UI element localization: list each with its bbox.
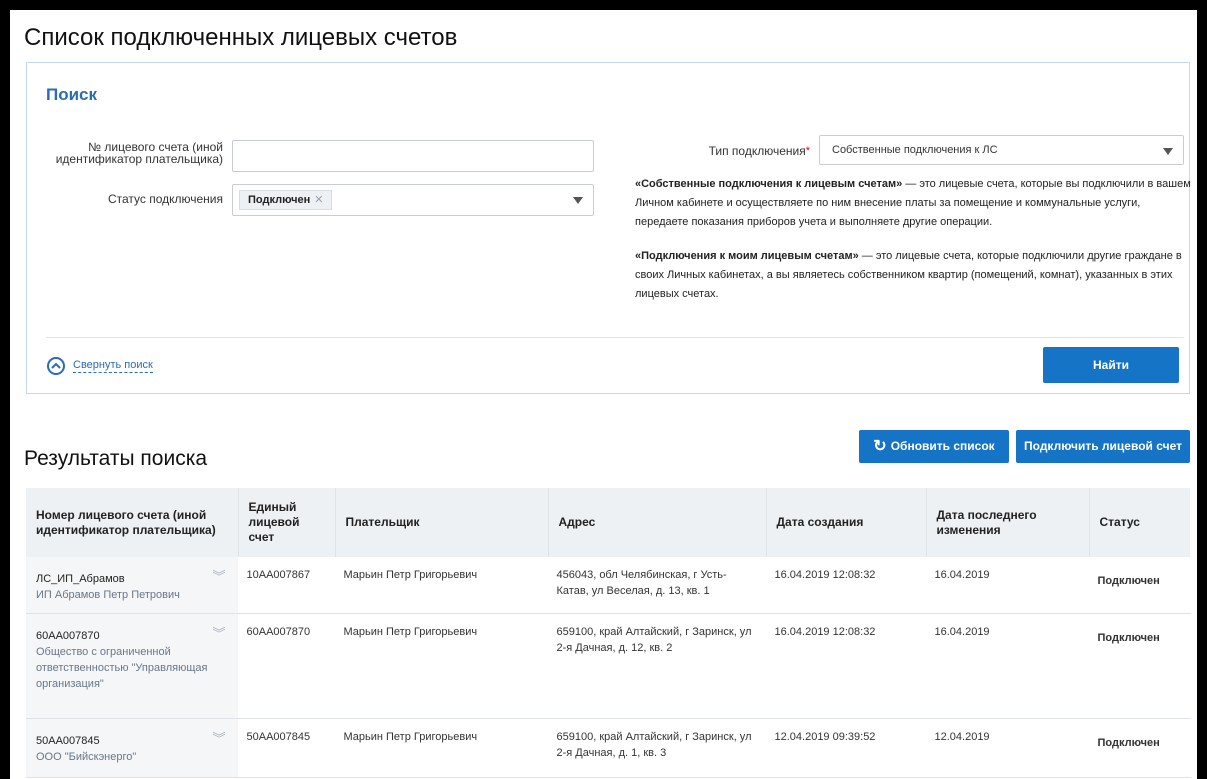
type-select[interactable]: Собственные подключения к ЛС: [819, 135, 1184, 165]
find-button[interactable]: Найти: [1043, 347, 1179, 383]
created-cell: 16.04.2019 12:08:32: [766, 557, 927, 614]
payer-cell: Марьин Петр Григорьевич: [335, 613, 549, 719]
account-org: Общество с ограниченной ответственностью…: [36, 646, 208, 690]
modified-cell: 12.04.2019: [926, 718, 1090, 778]
table-row[interactable]: ЛС_ИП_Абрамов ИП Абрамов Петр Петрович ︾…: [26, 557, 1191, 614]
status-cell: Подключен: [1089, 718, 1191, 778]
modified-cell: 16.04.2019: [926, 613, 1090, 719]
status-label: Статус подключения: [107, 192, 223, 206]
own-connections-description: «Собственные подключения к лицевым счета…: [635, 175, 1195, 232]
account-cell: 50АА007845 ООО "Бийскэнерго" ︾: [26, 718, 239, 778]
my-connections-description: «Подключения к моим лицевым счетам» — эт…: [635, 247, 1195, 304]
address-cell: 456043, обл Челябинская, г Усть-Катав, у…: [548, 557, 767, 614]
results-table: Номер лицевого счета (иной идентификатор…: [26, 488, 1191, 778]
remove-tag-icon[interactable]: ✕: [314, 194, 323, 206]
account-cell: ЛС_ИП_Абрамов ИП Абрамов Петр Петрович ︾: [26, 557, 239, 614]
status-tag-label: Подключен: [248, 194, 311, 206]
col-account[interactable]: Номер лицевого счета (иной идентификатор…: [26, 488, 239, 557]
status-tag[interactable]: Подключен ✕: [239, 190, 333, 210]
account-cell: 60АА007870 Общество с ограниченной ответ…: [26, 613, 239, 719]
table-header-row: Номер лицевого счета (иной идентификатор…: [26, 488, 1190, 557]
expand-chevron-icon[interactable]: ︾: [212, 569, 225, 585]
col-modified[interactable]: Дата последнего изменения: [926, 488, 1090, 557]
account-number[interactable]: 50АА007845: [36, 733, 230, 749]
refresh-list-label: Обновить список: [890, 439, 995, 453]
desc2-term: «Подключения к моим лицевым счетам»: [635, 250, 859, 262]
chevron-down-icon[interactable]: [1163, 148, 1173, 155]
payer-cell: Марьин Петр Григорьевич: [335, 718, 549, 778]
refresh-icon: ↻: [873, 438, 887, 455]
frame-left: [0, 0, 10, 779]
connect-account-button[interactable]: Подключить лицевой счет: [1016, 430, 1190, 463]
search-title: Поиск: [46, 85, 98, 104]
results-title: Результаты поиска: [24, 447, 208, 470]
col-created[interactable]: Дата создания: [766, 488, 927, 557]
col-payer[interactable]: Плательщик: [335, 488, 549, 557]
account-org: ООО "Бийскэнерго": [36, 751, 137, 763]
type-label: Тип подключения*: [527, 145, 810, 157]
page-title: Список подключенных лицевых счетов: [24, 24, 458, 51]
account-number[interactable]: 60АА007870: [36, 628, 230, 644]
col-unified[interactable]: Единый лицевой счет: [238, 488, 336, 557]
table-row[interactable]: 60АА007870 Общество с ограниченной ответ…: [26, 613, 1191, 719]
status-cell: Подключен: [1089, 557, 1191, 614]
table-row[interactable]: 50АА007845 ООО "Бийскэнерго" ︾ 50АА00784…: [26, 718, 1191, 778]
frame-top: [0, 0, 1207, 10]
type-select-value: Собственные подключения к ЛС: [832, 144, 998, 156]
unified-cell: 10АА007867: [238, 557, 336, 614]
account-label: № лицевого счета (иной идентификатор пла…: [55, 140, 223, 166]
desc1-term: «Собственные подключения к лицевым счета…: [635, 178, 903, 190]
chevron-up-circle-icon[interactable]: [47, 357, 65, 375]
collapse-search-link[interactable]: Свернуть поиск: [73, 359, 153, 373]
modified-cell: 16.04.2019: [926, 557, 1090, 614]
type-label-text: Тип подключения: [708, 144, 806, 158]
unified-cell: 50АА007845: [238, 718, 336, 778]
expand-chevron-icon[interactable]: ︾: [212, 626, 225, 642]
address-cell: 659100, край Алтайский, г Заринск, ул 2-…: [548, 613, 767, 719]
status-cell: Подключен: [1089, 613, 1191, 719]
required-marker: *: [805, 145, 810, 157]
account-number[interactable]: ЛС_ИП_Абрамов: [36, 571, 230, 587]
unified-cell: 60АА007870: [238, 613, 336, 719]
col-status[interactable]: Статус: [1089, 488, 1190, 557]
account-org: ИП Абрамов Петр Петрович: [36, 589, 180, 601]
created-cell: 12.04.2019 09:39:52: [766, 718, 927, 778]
frame-right: [1197, 0, 1207, 779]
payer-cell: Марьин Петр Григорьевич: [335, 557, 549, 614]
divider: [46, 337, 1184, 338]
address-cell: 659100, край Алтайский, г Заринск, ул 2-…: [548, 718, 767, 778]
status-select[interactable]: Подключен ✕: [232, 184, 594, 216]
created-cell: 16.04.2019 12:08:32: [766, 613, 927, 719]
col-address[interactable]: Адрес: [548, 488, 767, 557]
search-panel: Поиск № лицевого счета (иной идентификат…: [26, 62, 1191, 394]
chevron-down-icon[interactable]: [573, 197, 583, 204]
refresh-list-button[interactable]: ↻ Обновить список: [859, 430, 1009, 463]
expand-chevron-icon[interactable]: ︾: [212, 731, 225, 747]
